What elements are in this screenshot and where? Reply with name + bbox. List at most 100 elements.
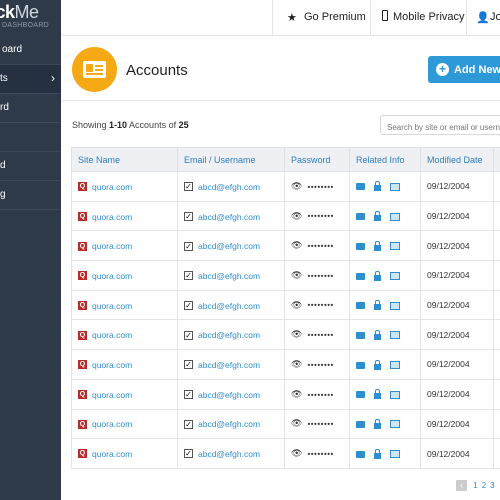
sidebar-item-5[interactable]: d	[0, 152, 61, 181]
column-header[interactable]: Email / Username	[177, 147, 285, 172]
checkbox-icon[interactable]: ✓	[184, 330, 193, 340]
envelope-icon[interactable]	[356, 361, 365, 369]
checkbox-icon[interactable]: ✓	[184, 419, 193, 429]
sidebar-item-3[interactable]: rd	[0, 94, 61, 123]
column-header[interactable]: Password	[284, 147, 350, 172]
card-icon[interactable]	[390, 212, 400, 221]
column-header[interactable]: E	[493, 147, 500, 172]
envelope-icon[interactable]	[356, 331, 365, 339]
page-2-link[interactable]: 2	[482, 481, 486, 490]
site-link[interactable]: quora.com	[92, 241, 132, 251]
table-row[interactable]: Qquora.com ✓ abcd@efgh.com 👁 •••••••• 09/12/2…	[71, 260, 500, 291]
table-row[interactable]: Qquora.com ✓ abcd@efgh.com 👁 •••••••• 09/12/2…	[71, 438, 500, 469]
site-link[interactable]: quora.com	[92, 300, 132, 310]
table-row[interactable]: Qquora.com ✓ abcd@efgh.com 👁 •••••••• 09/12/2…	[71, 230, 500, 262]
envelope-icon[interactable]	[356, 242, 365, 250]
eye-icon[interactable]: 👁	[291, 240, 302, 251]
lock-icon[interactable]	[374, 211, 381, 222]
site-link[interactable]: quora.com	[92, 360, 132, 370]
column-header[interactable]: Site Name	[71, 147, 178, 172]
checkbox-icon[interactable]: ✓	[184, 390, 193, 400]
checkbox-icon[interactable]: ✓	[184, 449, 193, 459]
email-link[interactable]: abcd@efgh.com	[198, 241, 260, 251]
email-link[interactable]: abcd@efgh.com	[198, 211, 260, 221]
sidebar-item-1[interactable]: oard	[0, 36, 61, 65]
card-icon[interactable]	[390, 450, 400, 459]
search-input[interactable]	[380, 115, 500, 135]
table-row[interactable]: Qquora.com ✓ abcd@efgh.com 👁 •••••••• 09/12/2…	[71, 200, 500, 232]
lock-icon[interactable]	[374, 240, 381, 251]
envelope-icon[interactable]	[356, 302, 365, 310]
lock-icon[interactable]	[374, 270, 381, 281]
brand-logo[interactable]: ptTrackMe DASHBOARD	[0, 0, 61, 36]
site-link[interactable]: quora.com	[92, 211, 132, 221]
envelope-icon[interactable]	[356, 272, 365, 280]
card-icon[interactable]	[390, 242, 400, 251]
lock-icon[interactable]	[374, 418, 381, 429]
eye-icon[interactable]: 👁	[291, 211, 302, 222]
site-link[interactable]: quora.com	[92, 271, 132, 281]
email-link[interactable]: abcd@efgh.com	[198, 419, 260, 429]
checkbox-icon[interactable]: ✓	[184, 182, 193, 192]
page-1-link[interactable]: 1	[473, 481, 477, 490]
checkbox-icon[interactable]: ✓	[184, 300, 193, 310]
eye-icon[interactable]: 👁	[291, 270, 302, 281]
column-header[interactable]: Related Info	[349, 147, 421, 172]
table-row[interactable]: Qquora.com ✓ abcd@efgh.com 👁 •••••••• 09/12/2…	[71, 378, 500, 410]
lock-icon[interactable]	[374, 448, 381, 459]
envelope-icon[interactable]	[356, 450, 365, 458]
sidebar-item-2[interactable]: ts ›	[0, 65, 61, 94]
checkbox-icon[interactable]: ✓	[184, 211, 193, 221]
eye-icon[interactable]: 👁	[291, 300, 302, 311]
eye-icon[interactable]: 👁	[291, 359, 302, 370]
email-link[interactable]: abcd@efgh.com	[198, 360, 260, 370]
card-icon[interactable]	[390, 361, 400, 370]
card-icon[interactable]	[390, 331, 400, 340]
eye-icon[interactable]: 👁	[291, 181, 302, 192]
lock-icon[interactable]	[374, 359, 381, 370]
email-link[interactable]: abcd@efgh.com	[198, 390, 260, 400]
site-link[interactable]: quora.com	[92, 449, 132, 459]
site-link[interactable]: quora.com	[92, 330, 132, 340]
lock-icon[interactable]	[374, 300, 381, 311]
checkbox-icon[interactable]: ✓	[184, 360, 193, 370]
card-icon[interactable]	[390, 301, 400, 310]
eye-icon[interactable]: 👁	[291, 329, 302, 340]
sidebar-item-6[interactable]: g	[0, 181, 61, 210]
card-icon[interactable]	[390, 272, 400, 281]
column-header[interactable]: Modified Date	[420, 147, 494, 172]
table-row[interactable]: Qquora.com ✓ abcd@efgh.com 👁 •••••••• 09/12/2…	[71, 289, 500, 321]
envelope-icon[interactable]	[356, 183, 365, 191]
page-3-link[interactable]: 3	[490, 481, 494, 490]
site-link[interactable]: quora.com	[92, 182, 132, 192]
envelope-icon[interactable]	[356, 391, 365, 399]
add-account-button[interactable]: + Add New A	[428, 56, 500, 83]
table-row[interactable]: Qquora.com ✓ abcd@efgh.com 👁 •••••••• 09/12/2…	[71, 171, 500, 202]
card-icon[interactable]	[390, 420, 400, 429]
lock-icon[interactable]	[374, 329, 381, 340]
checkbox-icon[interactable]: ✓	[184, 241, 193, 251]
eye-icon[interactable]: 👁	[291, 418, 302, 429]
site-link[interactable]: quora.com	[92, 390, 132, 400]
lock-icon[interactable]	[374, 389, 381, 400]
site-link[interactable]: quora.com	[92, 419, 132, 429]
email-link[interactable]: abcd@efgh.com	[198, 271, 260, 281]
eye-icon[interactable]: 👁	[291, 448, 302, 459]
mobile-privacy-button[interactable]: Mobile Privacy	[370, 0, 466, 36]
table-row[interactable]: Qquora.com ✓ abcd@efgh.com 👁 •••••••• 09/12/2…	[71, 349, 500, 380]
email-link[interactable]: abcd@efgh.com	[198, 182, 260, 192]
user-menu-button[interactable]: 👤 Joh	[466, 0, 500, 36]
checkbox-icon[interactable]: ✓	[184, 271, 193, 281]
prev-page-button[interactable]: ‹	[456, 480, 467, 491]
table-row[interactable]: Qquora.com ✓ abcd@efgh.com 👁 •••••••• 09/12/2…	[71, 319, 500, 351]
eye-icon[interactable]: 👁	[291, 389, 302, 400]
envelope-icon[interactable]	[356, 420, 365, 428]
envelope-icon[interactable]	[356, 213, 365, 221]
table-row[interactable]: Qquora.com ✓ abcd@efgh.com 👁 •••••••• 09/12/2…	[71, 408, 500, 440]
email-link[interactable]: abcd@efgh.com	[198, 330, 260, 340]
card-icon[interactable]	[390, 182, 400, 191]
email-link[interactable]: abcd@efgh.com	[198, 300, 260, 310]
lock-icon[interactable]	[374, 181, 381, 192]
sidebar-item-4[interactable]	[0, 123, 61, 152]
card-icon[interactable]	[390, 390, 400, 399]
